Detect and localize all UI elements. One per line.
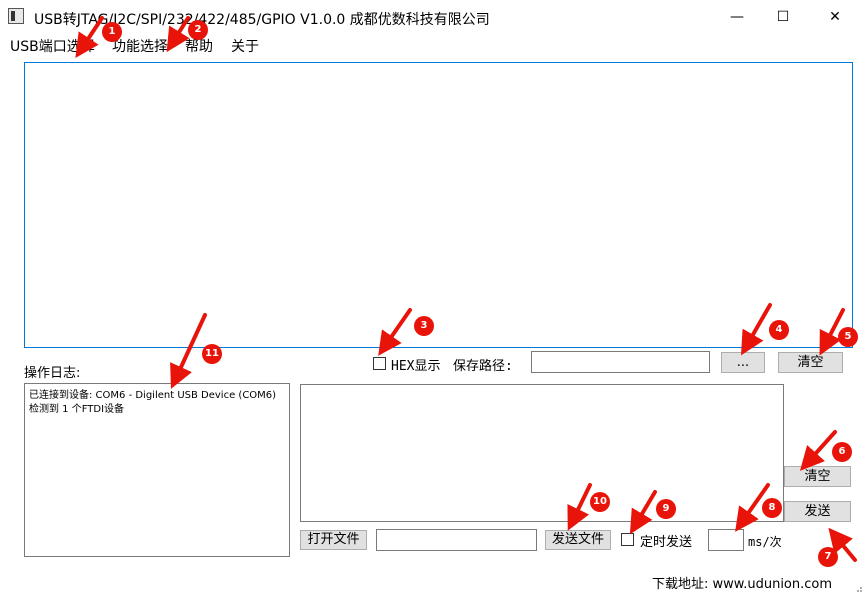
annotation-marker: 11 <box>202 344 222 364</box>
annotation-arrow <box>741 303 772 356</box>
annotation-arrow <box>799 430 837 471</box>
annotation-marker: 9 <box>656 499 676 519</box>
annotation-marker: 2 <box>188 20 208 40</box>
annotation-arrow <box>378 308 412 356</box>
annotation-marker: 4 <box>769 320 789 340</box>
annotation-arrow <box>170 313 207 389</box>
annotation-arrow <box>828 527 857 562</box>
annotation-arrow <box>567 483 592 531</box>
annotation-arrow <box>629 490 657 535</box>
annotation-arrow <box>166 16 190 53</box>
annotation-overlay <box>75 16 857 562</box>
annotation-marker: 7 <box>818 547 838 567</box>
annotation-marker: 1 <box>102 22 122 42</box>
annotation-marker: 5 <box>838 327 858 347</box>
annotation-marker: 3 <box>414 316 434 336</box>
annotation-marker: 6 <box>832 442 852 462</box>
annotation-arrow <box>75 16 104 58</box>
annotation-marker: 8 <box>762 498 782 518</box>
annotation-marker: 10 <box>590 492 610 512</box>
